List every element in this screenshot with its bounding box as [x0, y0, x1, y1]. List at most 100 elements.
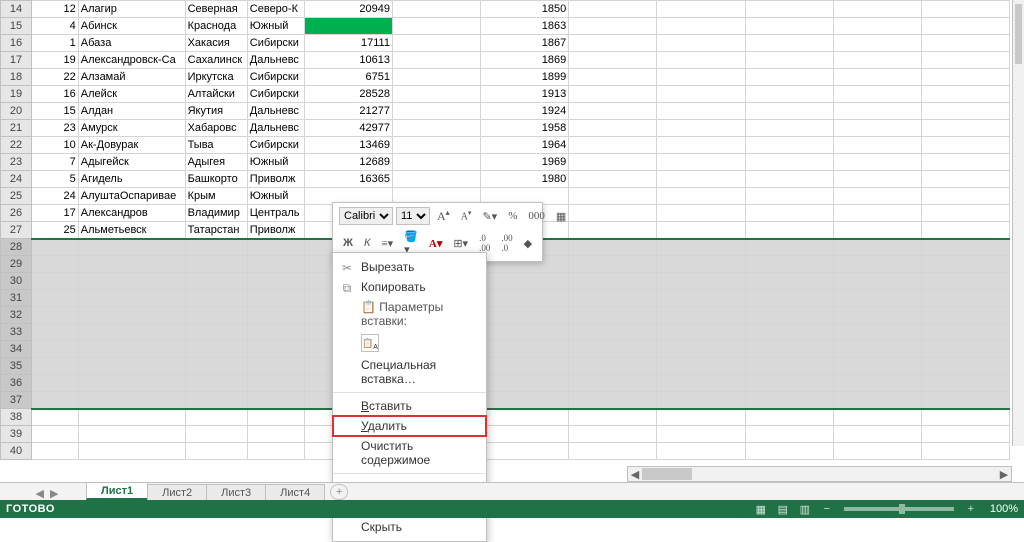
cell[interactable]: [745, 154, 833, 171]
cell[interactable]: 1958: [481, 120, 569, 137]
zoom-in-button[interactable]: +: [960, 503, 982, 515]
cell[interactable]: Абинск: [78, 18, 185, 35]
cell[interactable]: [833, 409, 921, 426]
cell[interactable]: [921, 392, 1009, 409]
row-header[interactable]: 23: [1, 154, 32, 171]
cell[interactable]: [32, 239, 79, 256]
cell[interactable]: [921, 188, 1009, 205]
cell[interactable]: [569, 137, 657, 154]
cell[interactable]: Алагир: [78, 1, 185, 18]
cell[interactable]: 1913: [481, 86, 569, 103]
cell[interactable]: [833, 35, 921, 52]
sheet-tab-active[interactable]: Лист1: [86, 482, 148, 500]
cell[interactable]: [78, 392, 185, 409]
cell[interactable]: 10: [32, 137, 79, 154]
cell[interactable]: Южный: [247, 18, 304, 35]
cell[interactable]: [569, 86, 657, 103]
cell[interactable]: [392, 69, 480, 86]
cell[interactable]: [921, 69, 1009, 86]
cell[interactable]: [921, 375, 1009, 392]
cell[interactable]: [657, 273, 745, 290]
cell[interactable]: [921, 137, 1009, 154]
ctx-paste-special[interactable]: Специальная вставка…: [333, 355, 486, 389]
cell[interactable]: [745, 69, 833, 86]
cell[interactable]: [481, 409, 569, 426]
cell[interactable]: Крым: [185, 188, 247, 205]
row-header[interactable]: 30: [1, 273, 32, 290]
cell[interactable]: [32, 256, 79, 273]
cell[interactable]: [745, 103, 833, 120]
cell[interactable]: [833, 239, 921, 256]
sheet-tab-2[interactable]: Лист2: [147, 484, 207, 500]
cell[interactable]: [745, 341, 833, 358]
cell[interactable]: [185, 375, 247, 392]
cell[interactable]: [833, 171, 921, 188]
cell[interactable]: [657, 69, 745, 86]
sheet-tab-4[interactable]: Лист4: [265, 484, 325, 500]
cell[interactable]: Южный: [247, 188, 304, 205]
cell[interactable]: [657, 205, 745, 222]
cell[interactable]: [392, 171, 480, 188]
cell[interactable]: [657, 392, 745, 409]
cell[interactable]: 4: [32, 18, 79, 35]
cell[interactable]: [833, 1, 921, 18]
cell[interactable]: Приволж: [247, 222, 304, 239]
cell[interactable]: [569, 69, 657, 86]
format-painter-button[interactable]: ✎▾: [478, 208, 501, 225]
cell[interactable]: [481, 341, 569, 358]
row-header[interactable]: 14: [1, 1, 32, 18]
cell[interactable]: [745, 443, 833, 460]
cell[interactable]: Сахалинск: [185, 52, 247, 69]
cell[interactable]: [657, 137, 745, 154]
cell[interactable]: [32, 443, 79, 460]
cell[interactable]: [185, 426, 247, 443]
cell[interactable]: 20949: [304, 1, 392, 18]
cell[interactable]: [569, 222, 657, 239]
cell[interactable]: [247, 358, 304, 375]
cell[interactable]: [481, 392, 569, 409]
row-header[interactable]: 37: [1, 392, 32, 409]
cell[interactable]: [921, 35, 1009, 52]
cell[interactable]: [833, 273, 921, 290]
cell[interactable]: 23: [32, 120, 79, 137]
cell[interactable]: [657, 35, 745, 52]
cell[interactable]: [392, 137, 480, 154]
row-header[interactable]: 25: [1, 188, 32, 205]
cell[interactable]: [657, 154, 745, 171]
cell[interactable]: [833, 375, 921, 392]
cell[interactable]: [657, 341, 745, 358]
cell[interactable]: 22: [32, 69, 79, 86]
cell[interactable]: [833, 307, 921, 324]
cell[interactable]: [921, 239, 1009, 256]
cell[interactable]: [392, 35, 480, 52]
cell[interactable]: Сибирски: [247, 35, 304, 52]
cell[interactable]: [185, 443, 247, 460]
cell[interactable]: [921, 120, 1009, 137]
cell[interactable]: [657, 239, 745, 256]
cell[interactable]: 15: [32, 103, 79, 120]
row-header[interactable]: 29: [1, 256, 32, 273]
cell[interactable]: [921, 86, 1009, 103]
cell[interactable]: [481, 307, 569, 324]
row-header[interactable]: 15: [1, 18, 32, 35]
percent-button[interactable]: %: [504, 208, 521, 224]
cell[interactable]: [657, 1, 745, 18]
cell[interactable]: Ак-Довурак: [78, 137, 185, 154]
cell[interactable]: [185, 409, 247, 426]
cell[interactable]: [32, 392, 79, 409]
cell[interactable]: [745, 375, 833, 392]
cell[interactable]: 7: [32, 154, 79, 171]
cell[interactable]: [78, 358, 185, 375]
cell[interactable]: [833, 18, 921, 35]
row-header[interactable]: 26: [1, 205, 32, 222]
align-button[interactable]: ≡▾: [377, 235, 397, 252]
italic-button[interactable]: К: [360, 235, 374, 251]
cell[interactable]: [745, 239, 833, 256]
row-header[interactable]: 21: [1, 120, 32, 137]
cell[interactable]: Централь: [247, 205, 304, 222]
cell[interactable]: [185, 341, 247, 358]
decrease-font-button[interactable]: A▾: [457, 207, 476, 224]
cell[interactable]: [833, 120, 921, 137]
cell[interactable]: 1980: [481, 171, 569, 188]
cell[interactable]: Алзамай: [78, 69, 185, 86]
